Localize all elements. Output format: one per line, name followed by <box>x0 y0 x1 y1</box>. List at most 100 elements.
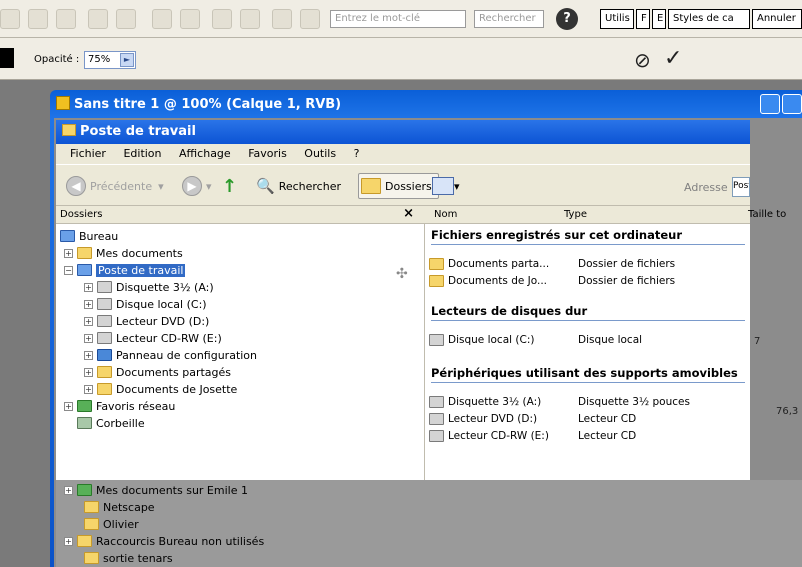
open-icon[interactable] <box>0 9 20 29</box>
expand-icon[interactable]: + <box>64 485 73 495</box>
expand-icon[interactable]: + <box>84 299 93 309</box>
forward-button[interactable]: ▶ ▾ <box>182 173 212 199</box>
tree-item-poste-de-travail[interactable]: − Poste de travail <box>64 262 186 278</box>
menu-favoris[interactable]: Favoris <box>248 147 287 160</box>
help-search-input[interactable]: Entrez le mot-clé <box>330 10 466 28</box>
tree-item-corbeille[interactable]: Corbeille <box>64 415 145 431</box>
views-button[interactable]: ▾ <box>432 173 460 199</box>
cancel-transform-icon[interactable]: ⊘ <box>634 48 651 72</box>
document-canvas[interactable]: 7 76,3 Poste de travail Fichier Edition … <box>54 118 802 567</box>
menu-edition[interactable]: Edition <box>123 147 161 160</box>
folder-icon <box>84 518 99 530</box>
folders-pane-header: Dossiers × <box>56 206 424 224</box>
photoshop-doc-icon <box>56 96 70 110</box>
file-type: Lecteur CD <box>578 430 637 442</box>
tree-item-bureau[interactable]: Bureau <box>60 228 118 244</box>
collapse-icon[interactable]: − <box>64 265 73 275</box>
tree-item-olivier[interactable]: Olivier <box>84 516 139 532</box>
browse-icon[interactable] <box>28 9 48 29</box>
column-type[interactable]: Type <box>564 209 587 220</box>
menu-fichier[interactable]: Fichier <box>70 147 106 160</box>
address-bar[interactable]: Poste de travail <box>732 177 750 197</box>
tree-item-mes-documents-emile[interactable]: + Mes documents sur Emile 1 <box>64 482 248 498</box>
help-icon[interactable]: ? <box>556 8 578 30</box>
explorer-menubar: Fichier Edition Affichage Favoris Outils… <box>56 144 750 164</box>
up-button[interactable]: ↑ <box>222 173 237 199</box>
list-item[interactable]: Disque local (C:) Disque local <box>429 332 758 348</box>
expand-icon[interactable]: + <box>64 401 73 411</box>
file-type: Disque local <box>578 334 643 346</box>
tree-item-disque-local[interactable]: + Disque local (C:) <box>84 296 207 312</box>
tree-item-raccourcis[interactable]: + Raccourcis Bureau non utilisés <box>64 533 264 549</box>
chevron-right-icon[interactable]: ► <box>120 53 134 67</box>
search-button[interactable]: 🔍 Rechercher <box>256 173 341 199</box>
zoom-icon[interactable] <box>300 9 320 29</box>
hand-icon[interactable] <box>272 9 292 29</box>
tree-item-documents-josette[interactable]: + Documents de Josette <box>84 381 237 397</box>
palette-tab-f[interactable]: F <box>636 9 650 29</box>
chevron-down-icon[interactable]: ▾ <box>454 180 460 193</box>
explorer-layer[interactable]: Poste de travail Fichier Edition Afficha… <box>56 120 786 480</box>
opacity-select[interactable]: 75% ► <box>84 51 136 69</box>
expand-icon[interactable]: + <box>84 316 93 326</box>
column-nom[interactable]: Nom <box>434 209 457 220</box>
tree-item-lecteur-dvd[interactable]: + Lecteur DVD (D:) <box>84 313 209 329</box>
folder-icon <box>62 124 76 136</box>
address-label: Adresse <box>684 181 728 194</box>
menu-help[interactable]: ? <box>354 147 360 160</box>
opacity-value: 75% <box>88 54 111 65</box>
palette-tab-undo[interactable]: Annuler <box>752 9 802 29</box>
dvd-icon <box>97 315 112 327</box>
tree-item-mes-documents[interactable]: + Mes documents <box>64 245 183 261</box>
column-size[interactable]: Taille to <box>748 209 786 220</box>
maximize-icon[interactable] <box>782 94 802 114</box>
menu-affichage[interactable]: Affichage <box>179 147 231 160</box>
tree-label: Olivier <box>103 517 139 531</box>
commit-transform-icon[interactable]: ✓ <box>664 46 682 71</box>
undo-icon[interactable] <box>212 9 232 29</box>
file-name: Lecteur CD-RW (E:) <box>448 430 549 442</box>
list-item[interactable]: Disquette 3½ (A:) Disquette 3½ pouces <box>429 394 758 410</box>
expand-icon[interactable]: + <box>84 367 93 377</box>
color-swatch[interactable] <box>0 48 14 68</box>
list-item[interactable]: Documents parta... Dossier de fichiers <box>429 256 758 272</box>
tree-item-disquette[interactable]: + Disquette 3½ (A:) <box>84 279 214 295</box>
expand-icon[interactable]: + <box>84 333 93 343</box>
expand-icon[interactable]: + <box>84 350 93 360</box>
expand-icon[interactable]: + <box>64 248 73 258</box>
tree-label: Lecteur DVD (D:) <box>116 314 210 328</box>
tree-item-panneau-configuration[interactable]: + Panneau de configuration <box>84 347 257 363</box>
list-item[interactable]: Lecteur DVD (D:) Lecteur CD <box>429 411 758 427</box>
web-icon[interactable] <box>152 9 172 29</box>
menu-outils[interactable]: Outils <box>304 147 336 160</box>
address-value: Poste de travail <box>733 181 749 191</box>
expand-icon[interactable]: + <box>84 384 93 394</box>
tree-item-favoris-reseau[interactable]: + Favoris réseau <box>64 398 175 414</box>
tree-label: Raccourcis Bureau non utilisés <box>96 534 265 548</box>
redo-icon[interactable] <box>240 9 260 29</box>
save-icon[interactable] <box>56 9 76 29</box>
help-search-button[interactable]: Rechercher <box>474 10 544 28</box>
print-icon[interactable] <box>88 9 108 29</box>
file-type: Disquette 3½ pouces <box>578 396 690 408</box>
chevron-down-icon[interactable]: ▾ <box>206 180 212 193</box>
expand-icon[interactable]: + <box>84 282 93 292</box>
mail-icon[interactable] <box>180 9 200 29</box>
image-icon[interactable] <box>116 9 136 29</box>
palette-tab-e[interactable]: E <box>652 9 666 29</box>
minimize-icon[interactable] <box>760 94 780 114</box>
palette-tab-styles[interactable]: Styles de ca <box>668 9 750 29</box>
tree-item-lecteur-cdrw[interactable]: + Lecteur CD-RW (E:) <box>84 330 222 346</box>
tree-item-netscape[interactable]: Netscape <box>84 499 155 515</box>
folders-button[interactable]: Dossiers <box>358 173 439 199</box>
palette-tab-utilities[interactable]: Utilis <box>600 9 634 29</box>
close-icon[interactable]: × <box>403 206 414 221</box>
list-item[interactable]: Lecteur CD-RW (E:) Lecteur CD <box>429 428 758 444</box>
tree-item-documents-partages[interactable]: + Documents partagés <box>84 364 231 380</box>
tree-label: Bureau <box>79 229 119 243</box>
expand-icon[interactable]: + <box>64 536 73 546</box>
list-item[interactable]: Documents de Jo... Dossier de fichiers <box>429 273 758 289</box>
tree-item-sortie-tenars[interactable]: sortie tenars <box>84 550 173 566</box>
chevron-down-icon[interactable]: ▾ <box>158 180 164 193</box>
back-button[interactable]: ◀ Précédente ▾ <box>66 173 164 199</box>
